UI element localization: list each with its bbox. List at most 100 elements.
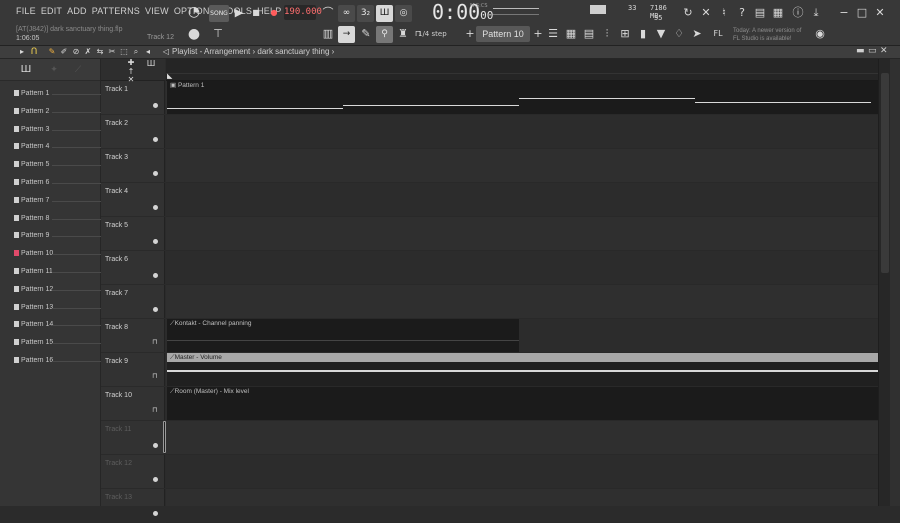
track-add-icon[interactable]: ✚ bbox=[123, 55, 139, 71]
send-icon[interactable]: ➤ bbox=[689, 26, 705, 42]
playlist-minimize-icon[interactable]: ▬ bbox=[856, 46, 865, 56]
track-header[interactable]: Track 13 bbox=[101, 489, 165, 523]
pin-icon[interactable]: ✕ bbox=[698, 5, 714, 21]
track-header[interactable]: Track 4 bbox=[101, 183, 165, 217]
playlist-maximize-icon[interactable]: ▭ bbox=[868, 46, 877, 56]
track-header[interactable]: Track 3 bbox=[101, 149, 165, 183]
track-lane[interactable] bbox=[166, 285, 878, 319]
track-mute-icon[interactable] bbox=[153, 103, 158, 108]
pattern-item[interactable]: Pattern 11 bbox=[14, 265, 104, 279]
pattern-song-toggle[interactable]: SONG bbox=[209, 5, 229, 22]
pattern-item[interactable]: Pattern 4 bbox=[14, 140, 104, 154]
tempo-tapper-icon[interactable]: ▼ bbox=[653, 26, 669, 42]
track-mute-icon[interactable] bbox=[153, 443, 158, 448]
track-header[interactable]: Track 6 bbox=[101, 251, 165, 285]
timeline-ruler[interactable]: ◣ bbox=[166, 59, 878, 81]
track-mute-icon[interactable] bbox=[153, 477, 158, 482]
clip-room-mix[interactable]: ⟋Room (Master) - Mix level bbox=[167, 387, 878, 420]
piano-roll-icon[interactable]: ▦ bbox=[563, 26, 579, 42]
stop-icon[interactable]: ■ bbox=[248, 5, 264, 21]
automation-tab-icon[interactable]: ⟋ bbox=[70, 62, 86, 78]
track-header[interactable]: Track 5 bbox=[101, 217, 165, 251]
stamp-icon[interactable]: ♜ bbox=[395, 26, 411, 42]
playlist-icon[interactable]: ☰ bbox=[545, 26, 561, 42]
play-icon[interactable]: ▶ bbox=[231, 5, 247, 21]
pattern-item[interactable]: Pattern 13 bbox=[14, 301, 104, 315]
pattern-item[interactable]: Pattern 1 bbox=[14, 87, 104, 101]
loop-record-icon[interactable]: ◎ bbox=[395, 5, 412, 22]
snap-arrow-icon[interactable]: → bbox=[338, 26, 355, 43]
touch-controller-icon[interactable]: ♢ bbox=[671, 26, 687, 42]
tempo-display[interactable]: 190.000 bbox=[284, 5, 322, 20]
pattern-item[interactable]: Pattern 10 bbox=[14, 247, 104, 261]
render-icon[interactable]: ▦ bbox=[770, 5, 786, 21]
minimize-icon[interactable]: − bbox=[836, 5, 852, 21]
menu-file[interactable]: FILE bbox=[16, 6, 36, 16]
track-header[interactable]: Track 9 ⊓ bbox=[101, 353, 165, 387]
track-mute-icon[interactable] bbox=[153, 307, 158, 312]
pattern-add-icon[interactable]: + bbox=[530, 26, 546, 42]
track-header[interactable]: Track 2 bbox=[101, 115, 165, 149]
snap-step-selector[interactable]: 1/4 step bbox=[418, 28, 460, 40]
audio-tab-icon[interactable]: ✦ bbox=[46, 62, 62, 78]
download-icon[interactable]: ⤓ bbox=[808, 5, 824, 21]
save-icon[interactable]: ▤ bbox=[752, 5, 768, 21]
pattern-item[interactable]: Pattern 5 bbox=[14, 158, 104, 172]
track-lane[interactable] bbox=[166, 455, 878, 489]
pattern-item[interactable]: Pattern 12 bbox=[14, 283, 104, 297]
patterns-tab-icon[interactable]: Ш bbox=[18, 62, 34, 78]
track-mute-icon[interactable] bbox=[153, 511, 158, 516]
pattern-item[interactable]: Pattern 9 bbox=[14, 229, 104, 243]
info-icon[interactable]: ⓘ bbox=[790, 5, 806, 21]
track-lane[interactable] bbox=[166, 421, 878, 455]
link-icon[interactable]: ⚲ bbox=[376, 26, 393, 43]
pattern-item[interactable]: Pattern 3 bbox=[14, 123, 104, 137]
track-lane[interactable] bbox=[166, 251, 878, 285]
clip-kontakt-automation[interactable]: ⟋Kontakt - Channel panning bbox=[167, 319, 519, 352]
track-lane[interactable] bbox=[166, 217, 878, 251]
pattern-item[interactable]: Pattern 15 bbox=[14, 336, 104, 350]
mic-icon[interactable]: ♮ bbox=[716, 5, 732, 21]
track-lock-icon[interactable]: ⊓ bbox=[152, 372, 157, 380]
scrollbar-thumb[interactable] bbox=[881, 73, 889, 273]
track-lock-icon[interactable]: ⊓ bbox=[152, 406, 157, 414]
menu-add[interactable]: ADD bbox=[67, 6, 87, 16]
arrangement-area[interactable]: ◣ ▣ Pattern 1 ⟋Kontakt - Channel panning… bbox=[163, 59, 878, 523]
piano-icon[interactable]: ▥ bbox=[320, 26, 336, 42]
news-hint[interactable]: Today: A newer version of FL Studio is a… bbox=[733, 27, 801, 43]
track-grid-icon[interactable]: Ш bbox=[143, 56, 159, 72]
channel-rack-icon[interactable]: ▤ bbox=[581, 26, 597, 42]
help-icon[interactable]: ? bbox=[734, 5, 750, 21]
master-volume-knob-icon[interactable]: ◔ bbox=[186, 4, 202, 20]
countdown-icon[interactable]: 3₂ bbox=[357, 5, 374, 22]
clip-pattern-1[interactable]: ▣ Pattern 1 bbox=[167, 81, 878, 114]
track-mute-icon[interactable] bbox=[153, 273, 158, 278]
pattern-item[interactable]: Pattern 14 bbox=[14, 318, 104, 332]
mixer-icon[interactable]: ⫶ bbox=[599, 26, 615, 42]
track-mute-icon[interactable] bbox=[153, 239, 158, 244]
track-lock-icon[interactable]: ⊓ bbox=[152, 338, 157, 346]
master-pitch-knob-icon[interactable]: ● bbox=[186, 26, 202, 42]
track-header[interactable]: Track 11 bbox=[101, 421, 165, 455]
track-header[interactable]: Track 8 ⊓ bbox=[101, 319, 165, 353]
clip-master-volume[interactable]: ⟋Master - Volume bbox=[167, 353, 878, 386]
menu-view[interactable]: VIEW bbox=[145, 6, 169, 16]
track-mute-icon[interactable] bbox=[153, 205, 158, 210]
draw-icon[interactable]: ✎ bbox=[358, 26, 374, 42]
track-lane[interactable] bbox=[166, 115, 878, 149]
metronome-icon[interactable]: ⌒ bbox=[320, 5, 336, 21]
news-icon[interactable]: FL bbox=[710, 26, 726, 42]
refresh-icon[interactable]: ↻ bbox=[680, 5, 696, 21]
pattern-item[interactable]: Pattern 8 bbox=[14, 212, 104, 226]
track-header[interactable]: Track 12 bbox=[101, 455, 165, 489]
vertical-scrollbar[interactable] bbox=[878, 59, 890, 506]
track-lane[interactable] bbox=[166, 183, 878, 217]
plugin-picker-icon[interactable]: ▮ bbox=[635, 26, 651, 42]
track-mute-icon[interactable] bbox=[153, 137, 158, 142]
track-lane[interactable] bbox=[166, 149, 878, 183]
wait-icon[interactable]: ∞ bbox=[338, 5, 355, 22]
pattern-item[interactable]: Pattern 16 bbox=[14, 354, 104, 368]
track-header[interactable]: Track 10 ⊓ bbox=[101, 387, 165, 421]
magnet-icon[interactable]: Ո bbox=[26, 44, 42, 60]
track-lane[interactable] bbox=[166, 489, 878, 523]
